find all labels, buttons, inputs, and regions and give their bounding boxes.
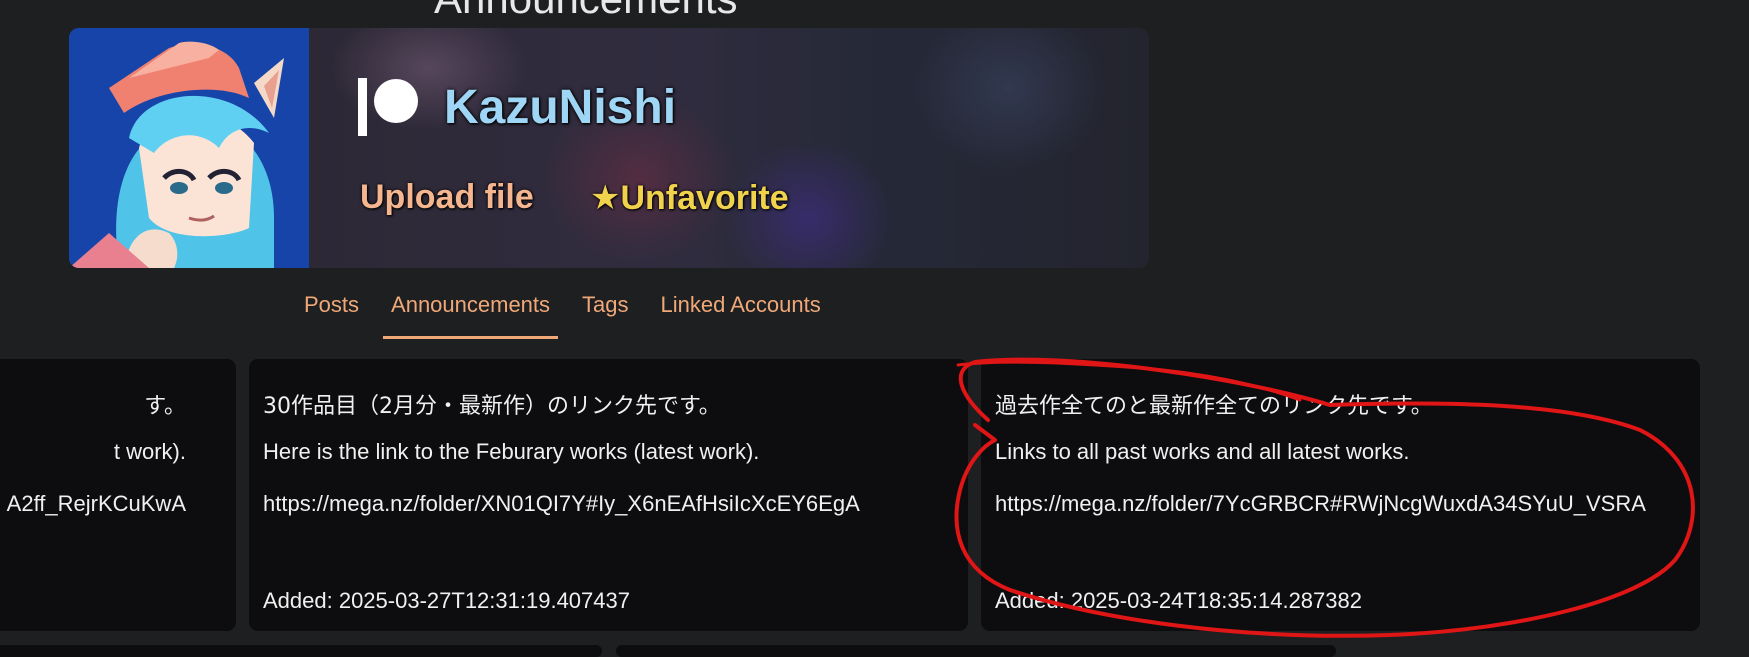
next-card-edge xyxy=(616,645,1336,657)
announcement-link[interactable]: https://mega.nz/folder/7YcGRBCR#RWjNcgWu… xyxy=(995,486,1685,522)
next-card-edge xyxy=(0,645,602,657)
upload-file-button[interactable]: Upload file xyxy=(360,178,534,217)
creator-avatar[interactable] xyxy=(69,28,309,268)
announcement-card: す。 t work). A2ff_RejrKCuKwA xyxy=(0,359,236,631)
unfavorite-button[interactable]: ★Unfavorite xyxy=(590,178,789,218)
announcement-text: Here is the link to the Feburary works (… xyxy=(263,439,760,464)
tab-linked-accounts[interactable]: Linked Accounts xyxy=(653,292,829,339)
patreon-icon[interactable] xyxy=(358,78,422,136)
announcement-added-date: Added: 2025-03-24T18:35:14.287382 xyxy=(995,588,1362,613)
profile-tabs: Posts Announcements Tags Linked Accounts xyxy=(296,292,845,339)
announcement-title: 30作品目（2月分・最新作）のリンク先です。 xyxy=(263,394,721,419)
announcement-text: Links to all past works and all latest w… xyxy=(995,439,1410,464)
tab-announcements[interactable]: Announcements xyxy=(383,292,559,339)
announcement-text: t work). xyxy=(113,439,186,464)
announcement-link[interactable]: https://mega.nz/folder/XN01QI7Y#Iy_X6nEA… xyxy=(263,486,953,522)
tab-tags[interactable]: Tags xyxy=(574,292,636,339)
announcement-card: 30作品目（2月分・最新作）のリンク先です。 Here is the link … xyxy=(249,359,968,631)
tab-posts[interactable]: Posts xyxy=(296,292,367,339)
creator-banner xyxy=(69,28,1149,268)
announcement-card: 過去作全てのと最新作全てのリンク先です。 Links to all past w… xyxy=(981,359,1700,631)
announcement-title: す。 xyxy=(144,394,186,419)
announcement-title: 過去作全てのと最新作全てのリンク先です。 xyxy=(995,394,1433,419)
announcement-link[interactable]: A2ff_RejrKCuKwA xyxy=(7,486,186,522)
announcement-added-date: Added: 2025-03-27T12:31:19.407437 xyxy=(263,588,630,613)
page-heading: Announcements xyxy=(434,0,738,20)
creator-name[interactable]: KazuNishi xyxy=(444,80,676,135)
